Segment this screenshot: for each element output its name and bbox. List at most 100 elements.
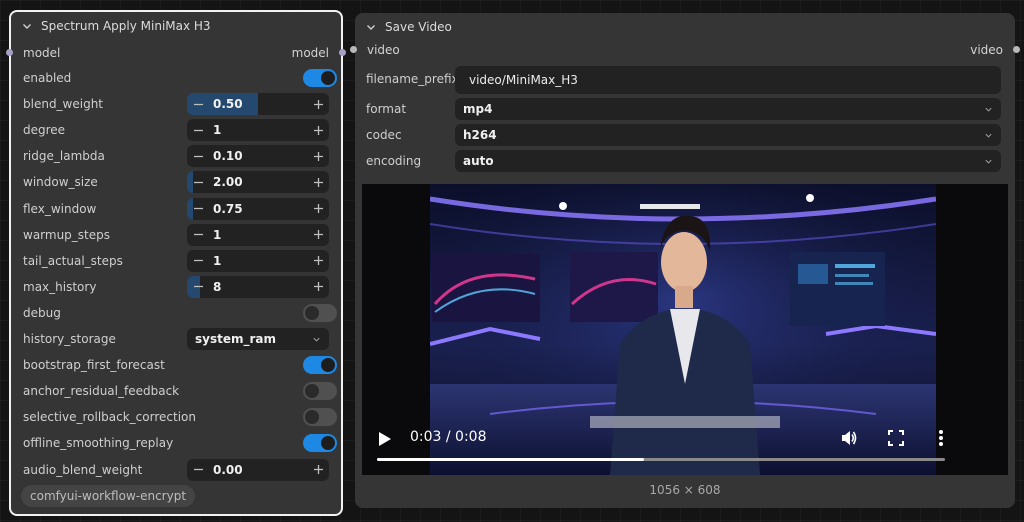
- chevron-down-icon: [312, 335, 321, 344]
- plus-icon[interactable]: [307, 250, 329, 272]
- plus-icon[interactable]: [307, 459, 329, 481]
- widget-row-blend-weight: blend_weight 0.50: [23, 93, 329, 116]
- model-output-label: model: [291, 46, 329, 60]
- model-input-slot[interactable]: [6, 49, 13, 56]
- minus-icon[interactable]: [187, 93, 209, 115]
- plus-icon[interactable]: [307, 171, 329, 193]
- model-output-slot[interactable]: [339, 49, 346, 56]
- toggle-knob: [305, 305, 319, 320]
- node-title: Save Video: [385, 20, 452, 34]
- widget-label: debug: [23, 305, 61, 320]
- node-header[interactable]: Save Video: [355, 13, 1015, 41]
- minus-icon[interactable]: [187, 119, 209, 141]
- video-output-label: video: [970, 43, 1003, 57]
- history-storage-select[interactable]: system_ram: [187, 328, 329, 350]
- widget-row-history-storage: history_storage system_ram: [23, 328, 329, 350]
- number-value: 2.00: [213, 175, 243, 190]
- model-io-row: model model: [6, 43, 346, 63]
- widget-label: flex_window: [23, 201, 97, 216]
- encoding-value: auto: [463, 154, 494, 168]
- filename-prefix-input[interactable]: video/MiniMax_H3: [455, 66, 1001, 94]
- tail-actual-steps-number-input[interactable]: 1: [187, 249, 329, 272]
- video-controls: 0:03 / 0:08: [362, 415, 1008, 475]
- warmup-steps-number-input[interactable]: 1: [187, 223, 329, 246]
- video-input-label: video: [367, 43, 400, 57]
- video-dimensions: 1056 × 608: [649, 483, 721, 497]
- offline-smoothing-replay-toggle[interactable]: [303, 434, 337, 453]
- chevron-down-icon: [984, 131, 993, 140]
- fullscreen-icon[interactable]: [888, 430, 904, 446]
- toggle-knob: [321, 358, 335, 373]
- bootstrap-first-forecast-toggle[interactable]: [303, 356, 337, 375]
- number-value: 1: [213, 253, 222, 268]
- volume-icon[interactable]: [840, 429, 858, 447]
- playback-time: 0:03 / 0:08: [410, 429, 487, 445]
- audio-blend-weight-number-input[interactable]: 0.00: [187, 458, 329, 481]
- toggle-knob: [321, 71, 335, 85]
- toggle-knob: [305, 410, 319, 425]
- number-value: 0.00: [213, 462, 243, 477]
- window-size-number-input[interactable]: 2.00: [187, 171, 329, 194]
- minus-icon[interactable]: [187, 276, 209, 298]
- max-history-number-input[interactable]: 8: [187, 275, 329, 298]
- widget-row-bootstrap-first-forecast: bootstrap_first_forecast: [23, 354, 337, 376]
- widget-row-offline-smoothing-replay: offline_smoothing_replay: [23, 432, 337, 454]
- widget-row-flex-window: flex_window 0.75: [23, 197, 329, 220]
- plus-icon[interactable]: [307, 224, 329, 246]
- minus-icon[interactable]: [187, 250, 209, 272]
- plus-icon[interactable]: [307, 198, 329, 220]
- chevron-down-icon[interactable]: [21, 20, 33, 32]
- more-vertical-icon[interactable]: [938, 429, 944, 447]
- video-input-slot[interactable]: [350, 46, 357, 53]
- flex-window-number-input[interactable]: 0.75: [187, 197, 329, 220]
- ridge-lambda-number-input[interactable]: 0.10: [187, 145, 329, 168]
- minus-icon[interactable]: [187, 459, 209, 481]
- play-icon[interactable]: [378, 431, 392, 447]
- select-value: system_ram: [195, 332, 277, 346]
- anchor-residual-feedback-toggle[interactable]: [303, 382, 337, 401]
- widget-label: ridge_lambda: [23, 149, 105, 164]
- enabled-toggle[interactable]: [303, 69, 337, 87]
- widget-row-max-history: max_history 8: [23, 275, 329, 298]
- chevron-down-icon[interactable]: [365, 21, 377, 33]
- widget-label: tail_actual_steps: [23, 253, 123, 268]
- number-value: 8: [213, 279, 222, 294]
- number-value: 1: [213, 123, 222, 138]
- node-title: Spectrum Apply MiniMax H3: [41, 19, 211, 33]
- number-value: 1: [213, 227, 222, 242]
- spectrum-apply-node[interactable]: Spectrum Apply MiniMax H3 model model en…: [6, 10, 346, 516]
- widget-label: anchor_residual_feedback: [23, 384, 180, 399]
- minus-icon[interactable]: [187, 145, 209, 167]
- toggle-knob: [305, 384, 319, 399]
- format-value: mp4: [463, 102, 493, 116]
- widget-label: history_storage: [23, 332, 116, 346]
- widget-row-tail-actual-steps: tail_actual_steps 1: [23, 249, 329, 272]
- encoding-select[interactable]: auto: [455, 150, 1001, 172]
- codec-select[interactable]: h264: [455, 124, 1001, 146]
- plus-icon[interactable]: [307, 276, 329, 298]
- widget-label: max_history: [23, 279, 97, 294]
- save-video-node[interactable]: Save Video video video filename_prefix v…: [350, 13, 1020, 508]
- plus-icon[interactable]: [307, 119, 329, 141]
- number-value: 0.50: [213, 97, 243, 112]
- minus-icon[interactable]: [187, 198, 209, 220]
- chevron-down-icon: [984, 157, 993, 166]
- debug-toggle[interactable]: [303, 303, 337, 322]
- seek-bar[interactable]: [377, 458, 945, 461]
- selective-rollback-correction-toggle[interactable]: [303, 408, 337, 427]
- video-player[interactable]: 0:03 / 0:08: [362, 184, 1008, 475]
- widget-label: selective_rollback_correction: [23, 410, 196, 425]
- widget-label: bootstrap_first_forecast: [23, 358, 165, 373]
- video-output-slot[interactable]: [1013, 46, 1020, 53]
- node-header[interactable]: Spectrum Apply MiniMax H3: [11, 12, 341, 40]
- format-select[interactable]: mp4: [455, 98, 1001, 120]
- blend-weight-number-input[interactable]: 0.50: [187, 93, 329, 116]
- degree-number-input[interactable]: 1: [187, 119, 329, 142]
- minus-icon[interactable]: [187, 224, 209, 246]
- minus-icon[interactable]: [187, 171, 209, 193]
- widget-label: window_size: [23, 175, 98, 190]
- plus-icon[interactable]: [307, 93, 329, 115]
- widget-label: offline_smoothing_replay: [23, 436, 174, 451]
- plus-icon[interactable]: [307, 145, 329, 167]
- codec-value: h264: [463, 128, 497, 142]
